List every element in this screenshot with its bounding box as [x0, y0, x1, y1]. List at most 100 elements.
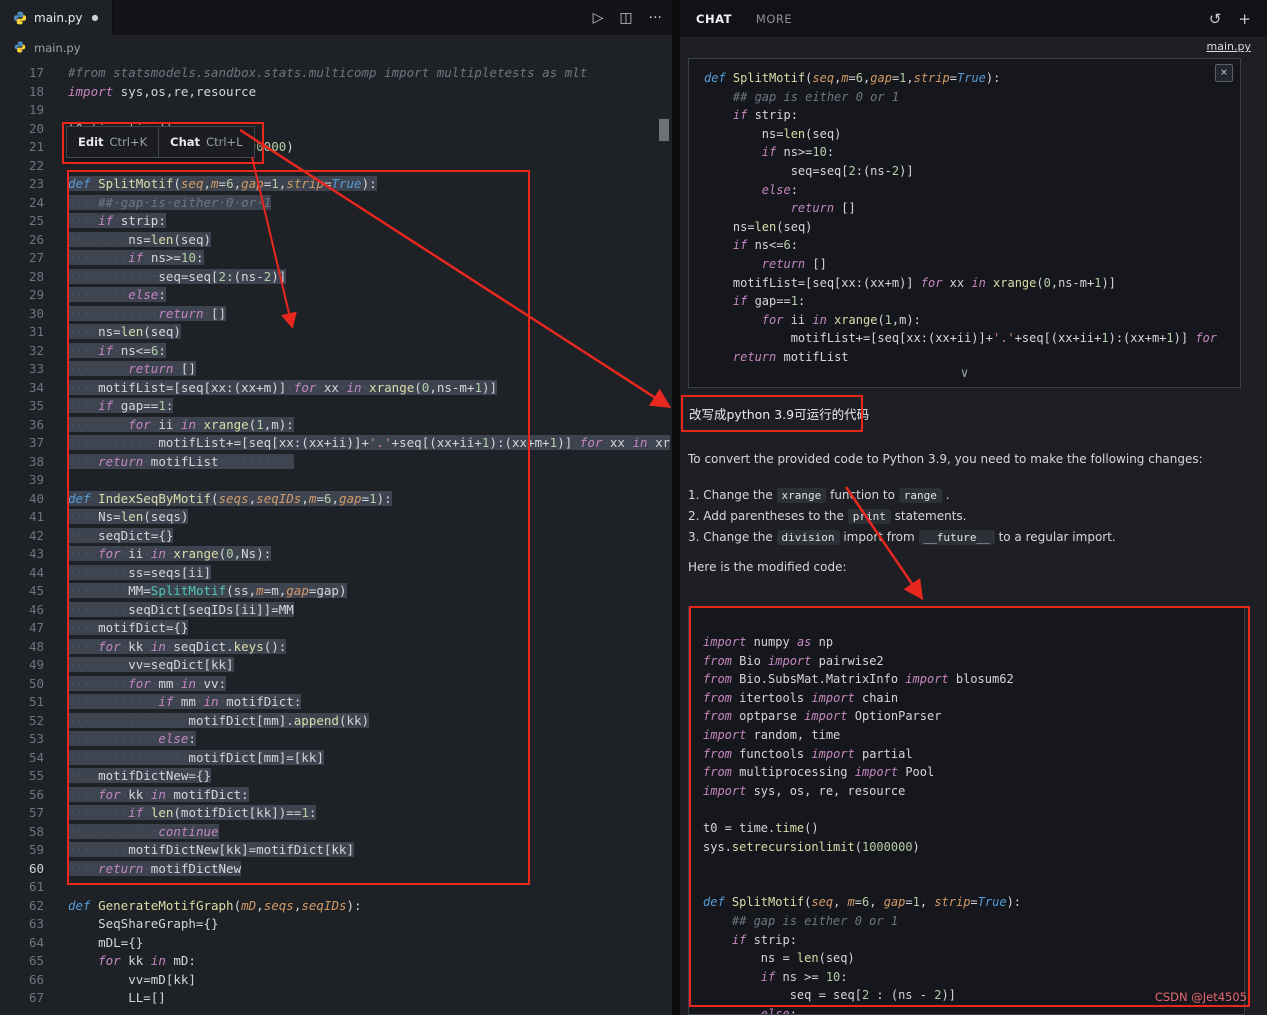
line-number: 65	[28, 953, 44, 968]
code-line[interactable]: 57 ········if·len(motifDict[kk])==1:	[0, 804, 672, 823]
code-line[interactable]: 18 import sys,os,re,resource	[0, 83, 672, 102]
code-line[interactable]: 37 ············motifList+=[seq[xx:(xx+ii)…	[0, 434, 672, 453]
code-line[interactable]: 40 def IndexSeqByMotif(seqs,seqIDs,m=6,ga…	[0, 490, 672, 509]
code-line[interactable]: 22	[0, 157, 672, 176]
user-message: 改写成python 3.9可运行的代码	[689, 407, 870, 422]
editor-code[interactable]: 17 #from statsmodels.sandbox.stats.multic…	[0, 61, 672, 1015]
code-line[interactable]: 45 ········MM=SplitMotif(ss,m=m,gap=gap)	[0, 582, 672, 601]
tab-more[interactable]: MORE	[756, 12, 792, 26]
code-line[interactable]: 39	[0, 471, 672, 490]
line-number: 46	[28, 601, 44, 617]
pane-divider[interactable]	[672, 0, 680, 1015]
code-line[interactable]: 32 ····if·ns<=6:	[0, 342, 672, 361]
code-line[interactable]: 41 ····Ns=len(seqs)	[0, 508, 672, 527]
code-line: motifList=[seq[xx:(xx+m)] for xx in xran…	[704, 275, 1116, 290]
code-line[interactable]: 47 ····motifDict={}	[0, 619, 672, 638]
code-line[interactable]: 26 ········ns=len(seq)	[0, 231, 672, 250]
history-icon[interactable]: ↺	[1209, 10, 1222, 28]
code-line[interactable]: 49 ········vv=seqDict[kk]	[0, 656, 672, 675]
code-line[interactable]: 31 ····ns=len(seq)	[0, 323, 672, 342]
code-line[interactable]: 23 def SplitMotif(seq,m=6,gap=1,strip=Tru…	[0, 175, 672, 194]
line-number: 39	[28, 472, 44, 487]
more-actions-button[interactable]: ···	[649, 10, 662, 26]
code-line[interactable]: 65 for kk in mD:	[0, 952, 672, 971]
line-number: 20	[28, 120, 44, 136]
line-number: 61	[28, 879, 44, 894]
code-line[interactable]: 43 ····for·ii·in·xrange(0,Ns):	[0, 545, 672, 564]
code-line[interactable]: 33 ········return·[]	[0, 360, 672, 379]
line-number: 35	[28, 398, 44, 413]
scrollbar-thumb[interactable]	[659, 119, 669, 141]
code-line[interactable]: 60 ····return·motifDictNew	[0, 860, 672, 879]
code-line[interactable]: 19	[0, 101, 672, 120]
code-line[interactable]: 29 ········else:	[0, 286, 672, 305]
close-icon[interactable]: ×	[1215, 64, 1233, 82]
split-editor-button[interactable]: ◫	[619, 10, 632, 26]
code-line[interactable]: 35 ····if·gap==1:	[0, 397, 672, 416]
code-line[interactable]: 38 ····return·motifList··········	[0, 453, 672, 472]
code-line[interactable]: 52 ················motifDict[mm].append(k…	[0, 712, 672, 731]
code-line[interactable]: 50 ········for·mm·in·vv:	[0, 675, 672, 694]
code-line[interactable]: 28 ············seq=seq[2:(ns-2)]	[0, 268, 672, 287]
code-line: import numpy as np	[703, 635, 834, 649]
code-line[interactable]: 62 def GenerateMotifGraph(mD,seqs,seqIDs)…	[0, 897, 672, 916]
code-line[interactable]: 51 ············if·mm·in·motifDict:	[0, 693, 672, 712]
line-number: 60	[28, 860, 44, 876]
code-line[interactable]: 64 mDL={}	[0, 934, 672, 953]
chevron-down-icon[interactable]: ∨	[961, 365, 969, 384]
code-line[interactable]: 24 ····##·gap·is·either·0·or·1	[0, 194, 672, 213]
code-line[interactable]: 48 ····for·kk·in·seqDict.keys():	[0, 638, 672, 657]
code-line: if ns<=6:	[732, 238, 798, 253]
line-number: 26	[28, 231, 44, 247]
code-line[interactable]: 44 ········ss=seqs[ii]	[0, 564, 672, 583]
edit-button[interactable]: Edit Ctrl+K	[67, 127, 158, 157]
code-line[interactable]: 27 ········if·ns>=10:	[0, 249, 672, 268]
code-line[interactable]: 56 ····for·kk·in·motifDict:	[0, 786, 672, 805]
code-line[interactable]: 34 ····motifList=[seq[xx:(xx+m)]·for·xx·i…	[0, 379, 672, 398]
line-number: 23	[28, 176, 44, 191]
list-item: 3. Change the division import from __fut…	[688, 530, 1116, 545]
code-line[interactable]: 42 ····seqDict={}	[0, 527, 672, 546]
line-number: 42	[28, 527, 44, 543]
breadcrumb[interactable]: main.py	[0, 35, 672, 61]
run-button[interactable]: ▷	[593, 10, 604, 26]
file-link-main-py[interactable]: main.py	[1207, 40, 1251, 53]
code-line[interactable]: 17 #from statsmodels.sandbox.stats.multic…	[0, 64, 672, 83]
line-number: 37	[28, 435, 44, 450]
breadcrumb-item[interactable]: main.py	[34, 41, 81, 55]
tab-main-py[interactable]: main.py ●	[0, 0, 113, 35]
line-number: 17	[28, 65, 44, 80]
line-number: 52	[28, 712, 44, 728]
code-line[interactable]: 67 LL=[]	[0, 989, 672, 1008]
code-line[interactable]: 66 vv=mD[kk]	[0, 971, 672, 990]
code-line[interactable]: 63 SeqShareGraph={}	[0, 915, 672, 934]
code-line[interactable]: 30 ············return·[]	[0, 305, 672, 324]
inline-code-chip: print	[847, 509, 891, 524]
new-chat-icon[interactable]: +	[1238, 10, 1251, 28]
line-number: 36	[28, 416, 44, 432]
code-line: from optparse import OptionParser	[703, 709, 942, 724]
code-line: if ns>=10:	[761, 145, 835, 160]
code-line[interactable]: 53 ············else:	[0, 730, 672, 749]
code-line[interactable]: 54 ················motifDict[mm]=[kk]	[0, 749, 672, 768]
code-line[interactable]: 46 ········seqDict[seqIDs[ii]]=MM	[0, 601, 672, 620]
line-number: 27	[28, 250, 44, 265]
line-number: 58	[28, 823, 44, 839]
line-number: 28	[28, 268, 44, 284]
line-number: 67	[28, 990, 44, 1005]
chat-button[interactable]: Chat Ctrl+L	[158, 127, 253, 157]
tab-title: main.py	[34, 10, 83, 25]
code-line[interactable]: 36 ········for·ii·in·xrange(1,m):	[0, 416, 672, 435]
code-line: sys.setrecursionlimit(1000000)	[703, 839, 920, 854]
code-line[interactable]: 61	[0, 878, 672, 897]
code-line[interactable]: 55 ····motifDictNew={}	[0, 767, 672, 786]
unsaved-dot-icon[interactable]: ●	[92, 13, 99, 22]
line-number: 31	[28, 324, 44, 339]
tab-chat[interactable]: CHAT	[696, 12, 732, 26]
code-line[interactable]: 59 ········motifDictNew[kk]=motifDict[kk]	[0, 841, 672, 860]
line-number: 24	[28, 194, 44, 210]
code-line[interactable]: 58 ············continue	[0, 823, 672, 842]
code-line: for ii in xrange(1,m):	[761, 312, 921, 327]
code-line[interactable]: 25 ····if·strip:	[0, 212, 672, 231]
